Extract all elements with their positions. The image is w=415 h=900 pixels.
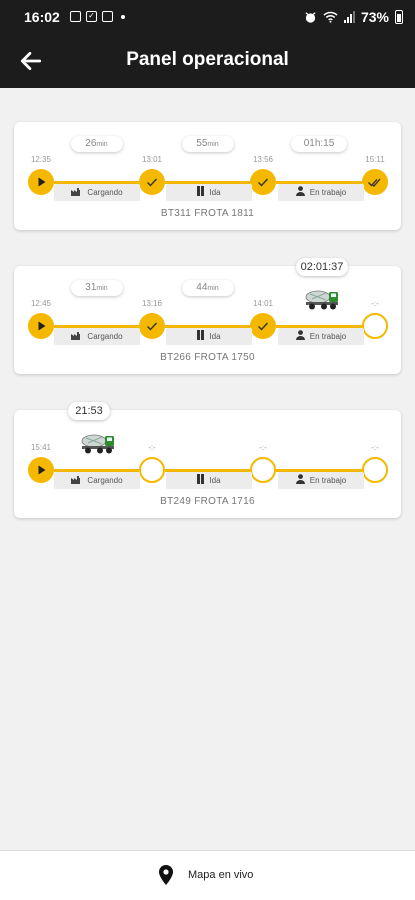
stage-timestamp: 12:45 [30,299,52,308]
pending-circle-icon [362,313,388,339]
stage-label: Cargando [54,328,140,345]
duration-unit: min [207,141,219,148]
signal-icon [343,11,355,23]
stage-timestamp: 13:16 [141,299,163,308]
live-map-label: Mapa en vivo [188,869,254,881]
pause-bars-icon [197,330,205,340]
stage-label: Ida [166,328,252,345]
play-icon[interactable] [28,457,54,483]
battery-icon [395,10,403,24]
duration-value: 01h:15 [303,138,335,149]
photo-icon [70,11,81,22]
pause-bars-icon [197,186,205,196]
stage-label-text: Ida [209,476,221,485]
pending-circle-icon [250,457,276,483]
fleet-identifier: BT311 FROTA 1811 [160,208,255,219]
check-icon [250,313,276,339]
elapsed-timer: 21:53 [68,402,110,420]
mail-icon [102,11,113,22]
status-time: 16:02 [24,9,60,25]
app-bar: Panel operacional [0,34,415,88]
fleet-identifier: BT249 FROTA 1716 [160,496,255,507]
stage-label: Ida [166,472,252,489]
stage-timestamp: -:- [259,443,267,452]
duration-pill: 01h:15 [291,136,347,152]
pending-circle-icon [139,457,165,483]
wifi-icon [323,11,338,23]
person-icon [295,474,305,484]
stage-label: En trabajo [278,472,364,489]
stage-label-text: Cargando [87,188,123,197]
play-icon[interactable] [28,313,54,339]
play-icon[interactable] [28,169,54,195]
trip-card[interactable]: 12:45 13:16 14:01 -:- 31min 44min 02:01:37 Carg… [14,258,401,374]
stage-label-text: Cargando [87,332,123,341]
stage-label: En trabajo [278,328,364,345]
stage-label-text: Ida [209,332,221,341]
check-icon [250,169,276,195]
pending-circle-icon [362,457,388,483]
status-bar: 16:02 ✓ 73% [0,0,415,34]
duration-pill: 55min [181,136,234,152]
duration-pill: 44min [181,280,234,296]
location-pin-icon [159,865,173,885]
check-icon [139,313,165,339]
duration-value: 26 [85,138,97,149]
stage-timestamp: 14:01 [252,299,274,308]
stage-label-text: En trabajo [309,332,347,341]
battery-percent: 73% [360,9,389,25]
stage-timestamp: 13:56 [252,155,274,164]
check-icon [139,169,165,195]
duration-value: 44 [196,282,208,293]
live-map-button[interactable]: Mapa en vivo [158,865,253,885]
duration-unit: min [207,285,219,292]
elapsed-timer: 02:01:37 [296,258,348,276]
factory-icon [71,476,81,484]
duration-value: 31 [85,282,97,293]
stage-label-text: En trabajo [309,476,347,485]
person-icon [295,330,305,340]
stage-label: Ida [166,184,252,201]
duration-unit: min [96,141,108,148]
trip-card[interactable]: 15:41 -:- -:- -:- 21:53 Cargando Ida En trabajo… [14,402,401,518]
factory-icon [71,332,81,340]
stage-label: En trabajo [278,184,364,201]
person-icon [295,186,305,196]
factory-icon [71,188,81,196]
stage-timestamp: -:- [371,299,379,308]
fleet-identifier: BT266 FROTA 1750 [160,352,255,363]
stage-timestamp: 15:11 [365,155,385,164]
stage-timestamp: -:- [148,443,156,452]
stage-timestamp: 15:41 [30,443,52,452]
check-icon: ✓ [86,11,97,22]
stage-label: Cargando [54,184,140,201]
notification-dot-icon [121,14,125,19]
duration-pill: 31min [70,280,123,296]
pause-bars-icon [197,474,205,484]
stage-timestamp: -:- [371,443,379,452]
double-check-icon [362,169,388,195]
alarm-icon [305,11,316,23]
stage-label-text: En trabajo [309,188,347,197]
duration-pill: 26min [70,136,123,152]
stage-label: Cargando [54,472,140,489]
trip-card[interactable]: 12:35 13:01 13:56 15:11 26min 55min 01h:15 Carg… [14,122,401,230]
mixer-truck-icon [304,288,340,310]
bottom-bar: Mapa en vivo [0,850,415,900]
stage-label-text: Cargando [87,476,123,485]
duration-value: 55 [196,138,208,149]
page-title: Panel operacional [126,49,289,70]
stage-label-text: Ida [209,188,221,197]
duration-unit: min [96,285,108,292]
stage-timestamp: 13:01 [141,155,163,164]
stage-timestamp: 12:35 [30,155,52,164]
mixer-truck-icon [80,432,116,454]
